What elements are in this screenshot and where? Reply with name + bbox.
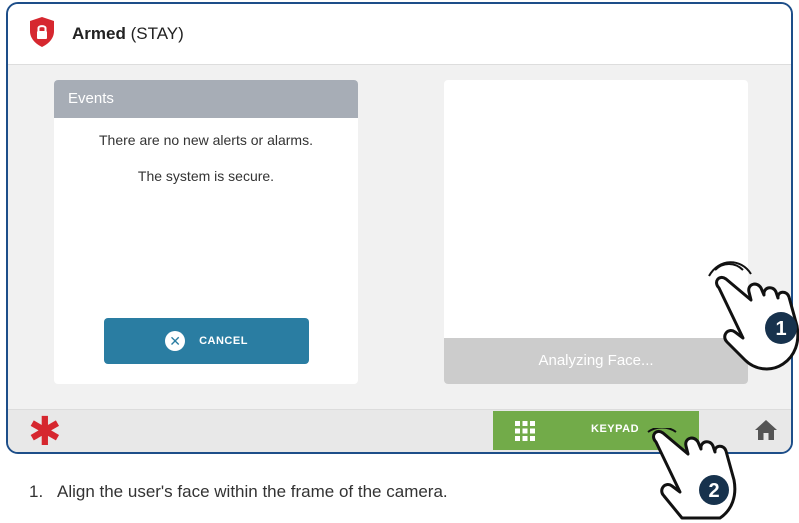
cancel-button[interactable]: ✕ CANCEL [104, 318, 309, 364]
cancel-button-label: CANCEL [199, 335, 248, 347]
arm-status-main: Armed [72, 24, 126, 43]
keypad-grid-icon [515, 421, 535, 441]
events-title: Events [54, 80, 358, 118]
tap-hand-callout-2: 2 [647, 428, 737, 520]
arm-status: Armed (STAY) [72, 24, 184, 44]
arm-status-mode: (STAY) [130, 24, 184, 43]
instruction-text: Align the user's face within the frame o… [56, 482, 448, 501]
events-message-1: There are no new alerts or alarms. [99, 132, 313, 148]
instruction-step: 1. Align the user's face within the fram… [29, 482, 448, 502]
status-header: Armed (STAY) [8, 4, 791, 65]
asterisk-icon[interactable]: ✱ [28, 410, 62, 452]
keypad-button-label: KEYPAD [591, 423, 640, 435]
callout-number-2: 2 [708, 480, 719, 502]
callout-number-1: 1 [775, 318, 786, 340]
tap-hand-callout-1: 1 [708, 261, 799, 371]
close-circle-icon: ✕ [165, 331, 186, 351]
events-panel: Events There are no new alerts or alarms… [54, 80, 358, 384]
instruction-number: 1. [29, 482, 44, 501]
security-panel-screen: Armed (STAY) Events There are no new ale… [6, 2, 793, 454]
lock-shield-icon [30, 17, 54, 47]
events-message-2: The system is secure. [137, 168, 275, 184]
camera-frame: Analyzing Face... [444, 80, 748, 384]
analyzing-face-status: Analyzing Face... [444, 338, 748, 384]
